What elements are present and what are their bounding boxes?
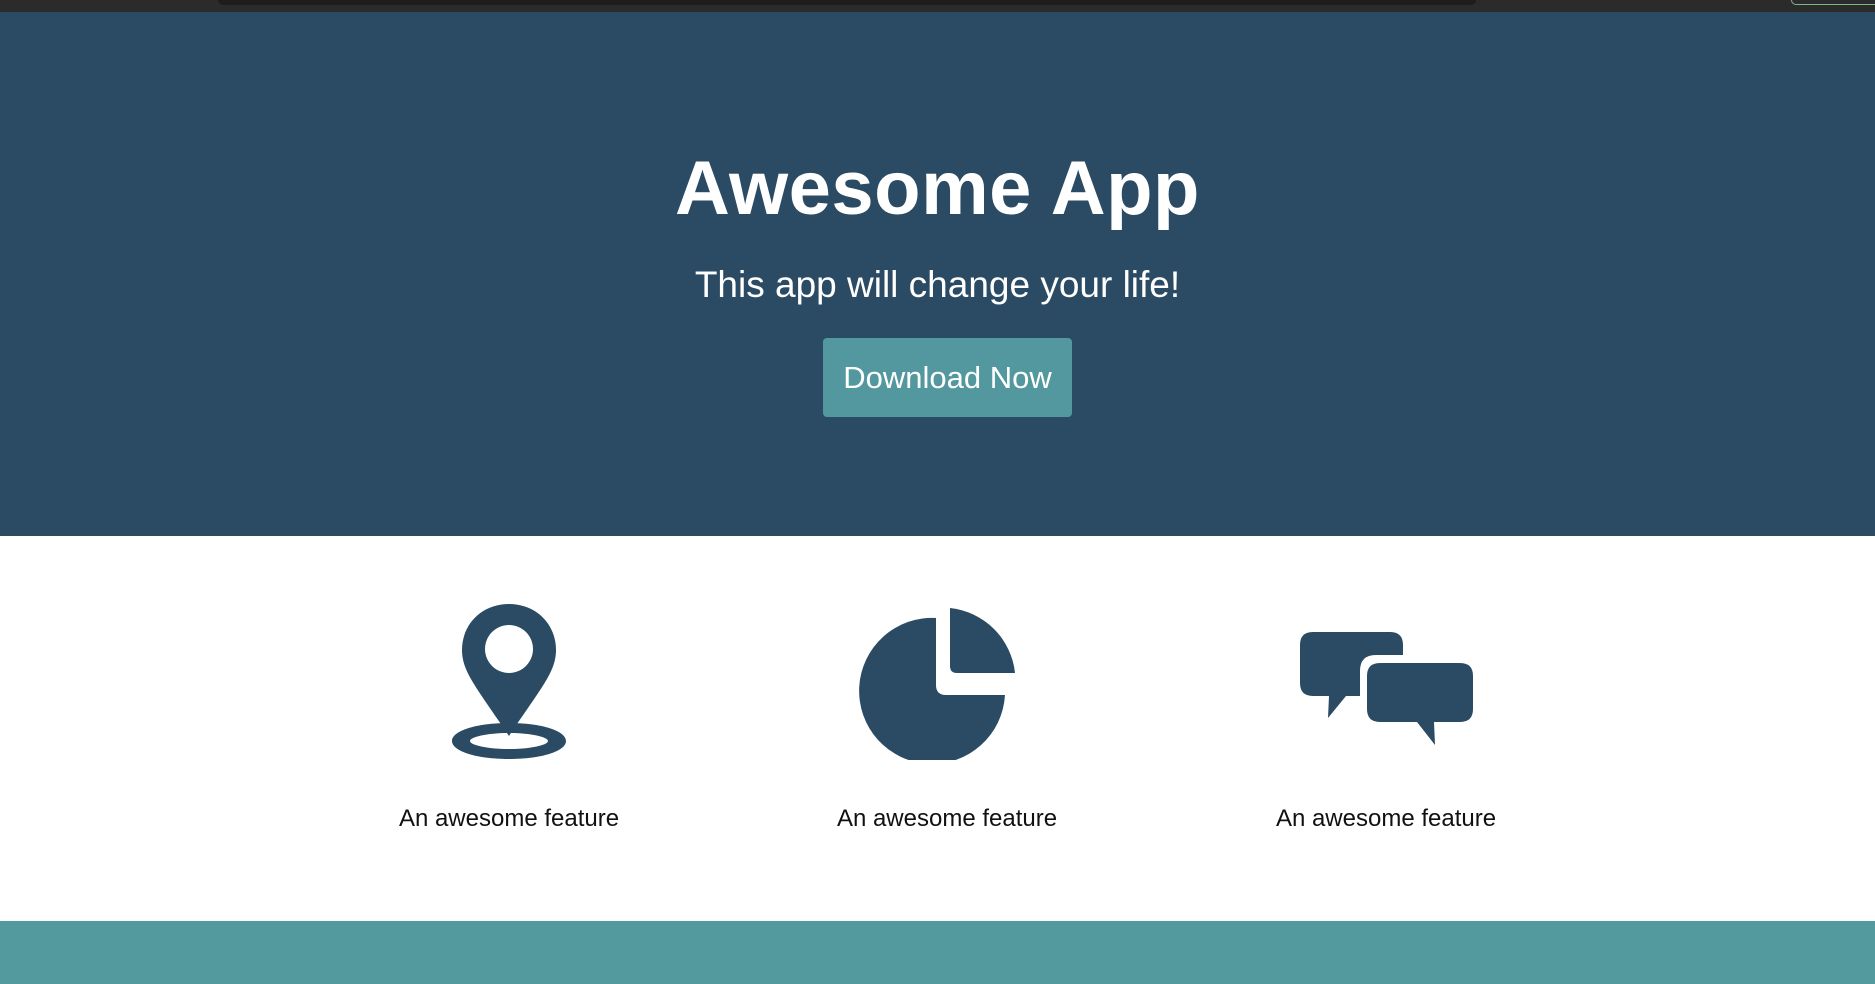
browser-top-strip — [0, 0, 1875, 12]
feature-item: An awesome feature — [1236, 536, 1536, 921]
feature-label: An awesome feature — [836, 805, 1058, 832]
hero-title: Awesome App — [675, 146, 1200, 231]
pie-chart-icon — [859, 608, 1015, 760]
feature-label: An awesome feature — [398, 805, 620, 832]
feature-item: An awesome feature — [359, 536, 659, 921]
hero-tagline: This app will change your life! — [694, 264, 1181, 305]
feature-item: An awesome feature — [797, 536, 1097, 921]
address-bar-edge — [218, 0, 1476, 5]
features-section: An awesome feature An awesome feature An… — [0, 536, 1875, 921]
download-now-button[interactable]: Download Now — [823, 338, 1072, 417]
footer-band — [0, 921, 1875, 984]
hero-section: Awesome App This app will change your li… — [0, 12, 1875, 536]
chat-bubbles-icon — [1300, 632, 1473, 745]
toolbar-button-edge — [1791, 0, 1875, 5]
landing-page: Awesome App This app will change your li… — [0, 0, 1875, 984]
feature-label: An awesome feature — [1275, 805, 1497, 832]
map-marker-icon — [452, 604, 566, 759]
